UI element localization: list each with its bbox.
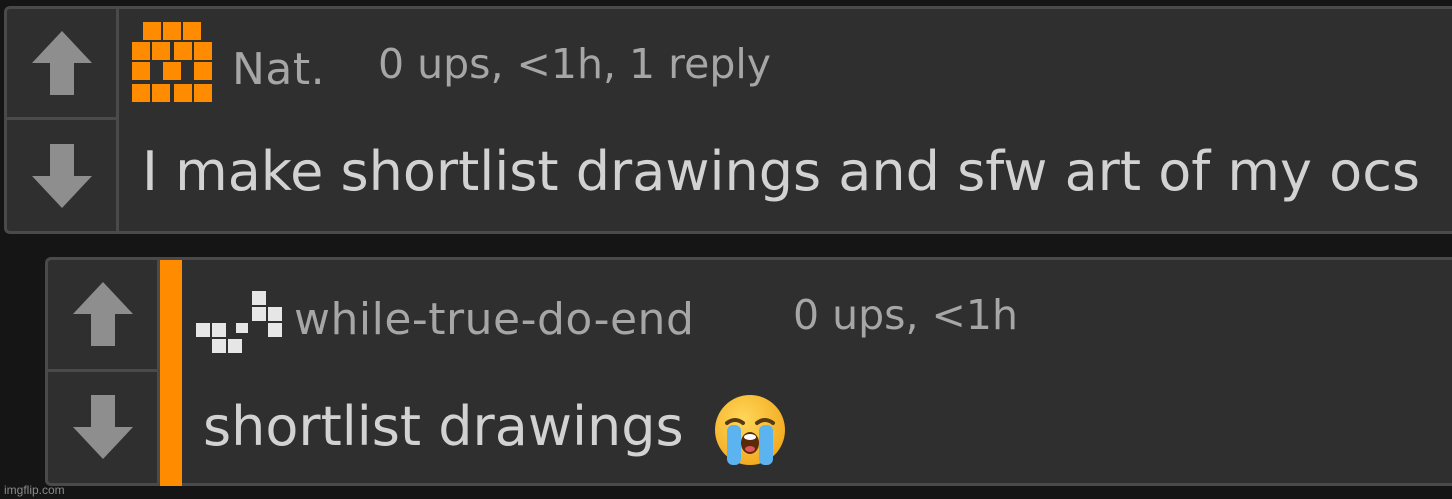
comment-meta: 0 ups, <1h, 1 reply bbox=[378, 40, 772, 88]
comment-text: shortlist drawings bbox=[203, 395, 684, 458]
arrow-up-icon bbox=[72, 282, 133, 347]
arrow-up-icon bbox=[31, 31, 92, 95]
upvote-button[interactable] bbox=[48, 260, 157, 372]
downvote-button[interactable] bbox=[7, 120, 116, 231]
comment-thread: Nat. 0 ups, <1h, 1 reply I make shortlis… bbox=[0, 0, 1452, 499]
comment-meta: 0 ups, <1h bbox=[793, 291, 1018, 339]
arrow-down-icon bbox=[72, 395, 133, 460]
downvote-button[interactable] bbox=[48, 372, 157, 484]
username-link[interactable]: Nat. bbox=[232, 44, 325, 95]
username-link[interactable]: while-true-do-end bbox=[294, 294, 694, 345]
crying-face-emoji-icon bbox=[715, 395, 785, 465]
avatar[interactable] bbox=[128, 18, 216, 106]
reply-indicator-bar bbox=[160, 260, 182, 486]
watermark: imgflip.com bbox=[4, 483, 65, 497]
avatar[interactable] bbox=[194, 289, 282, 359]
upvote-button[interactable] bbox=[7, 9, 116, 120]
arrow-down-icon bbox=[31, 143, 92, 208]
comment-text: I make shortlist drawings and sfw art of… bbox=[142, 140, 1421, 203]
vote-column bbox=[48, 260, 160, 483]
vote-column bbox=[7, 9, 119, 231]
